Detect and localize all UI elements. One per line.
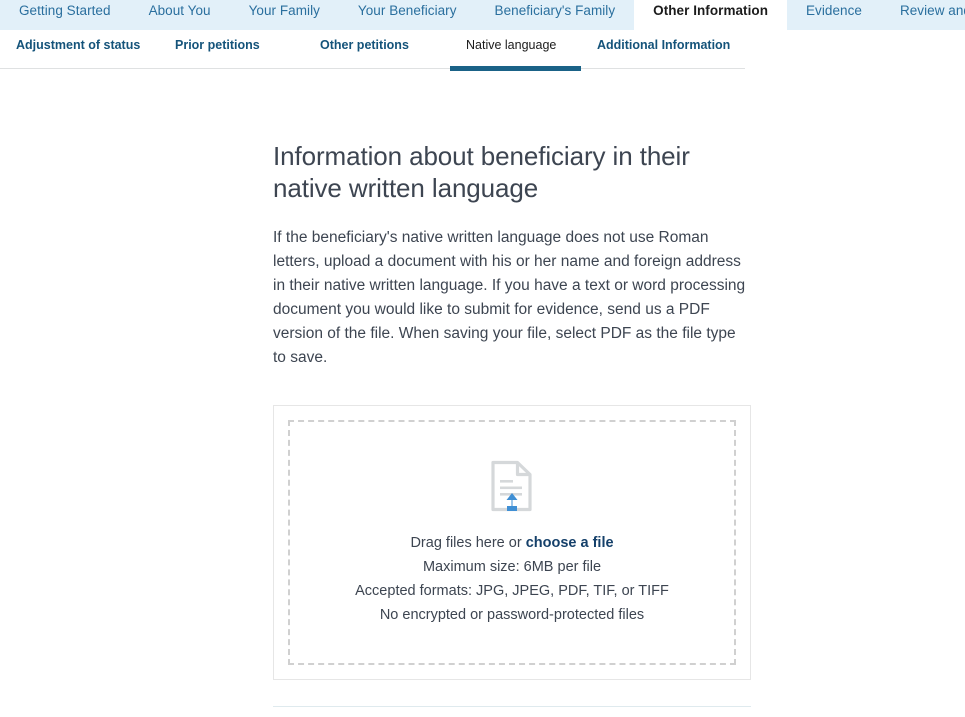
encryption-note-text: No encrypted or password-protected files: [379, 606, 645, 623]
subnav-underline: [159, 68, 304, 69]
nav-tab-other-information[interactable]: Other Information: [634, 0, 787, 30]
main-content: Information about beneficiary in their n…: [273, 140, 751, 680]
nav-tab-label: About You: [148, 2, 211, 18]
document-upload-icon: [490, 459, 534, 513]
section-divider: [273, 706, 751, 707]
nav-tab-label: Other Information: [653, 2, 768, 18]
nav-tab-getting-started[interactable]: Getting Started: [0, 0, 130, 30]
nav-tab-label: Review and Submit: [899, 2, 965, 18]
dropzone-primary-text: Drag files here or choose a file: [410, 531, 613, 555]
file-upload-panel: Drag files here or choose a file Maximum…: [273, 405, 751, 680]
subnav-item-label: Native language: [466, 38, 557, 52]
nav-tab-label: Getting Started: [19, 2, 111, 18]
nav-tab-label: Your Family: [248, 2, 320, 18]
nav-tab-label: Your Beneficiary: [357, 2, 457, 18]
subnav-underline-active: [450, 66, 581, 71]
nav-tab-label: Evidence: [806, 2, 862, 18]
subnav-item-additional-information[interactable]: Additional Information: [581, 38, 745, 69]
nav-tab-your-family[interactable]: Your Family: [230, 0, 339, 30]
nav-tab-evidence[interactable]: Evidence: [787, 0, 881, 30]
subnav-item-label: Other petitions: [320, 38, 409, 52]
nav-tab-your-beneficiary[interactable]: Your Beneficiary: [339, 0, 476, 30]
page-title: Information about beneficiary in their n…: [273, 141, 690, 203]
subnav-item-prior-petitions[interactable]: Prior petitions: [159, 38, 304, 69]
subnav-item-label: Adjustment of status: [16, 38, 141, 52]
nav-tab-beneficiarys-family[interactable]: Beneficiary's Family: [476, 0, 635, 30]
sub-nav: Adjustment of status Prior petitions Oth…: [0, 38, 965, 80]
subnav-item-adjustment-of-status[interactable]: Adjustment of status: [0, 38, 159, 69]
file-dropzone[interactable]: Drag files here or choose a file Maximum…: [288, 420, 736, 665]
nav-tab-about-you[interactable]: About You: [130, 0, 230, 30]
nav-tab-label: Beneficiary's Family: [494, 2, 616, 18]
choose-a-file-link[interactable]: choose a file: [526, 535, 614, 551]
subnav-item-label: Additional Information: [597, 38, 731, 52]
subnav-item-label: Prior petitions: [175, 38, 260, 52]
drag-files-text: Drag files here or: [410, 534, 526, 551]
subnav-underline: [0, 68, 159, 69]
max-size-text: Maximum size: 6MB per file: [422, 558, 602, 575]
page-intro-text: If the beneficiary's native written lang…: [273, 229, 746, 366]
subnav-underline: [581, 68, 745, 69]
subnav-item-native-language[interactable]: Native language: [450, 38, 581, 71]
subnav-item-other-petitions[interactable]: Other petitions: [304, 38, 450, 69]
nav-tab-review-and-submit[interactable]: Review and Submit: [881, 0, 965, 30]
primary-nav: Getting Started About You Your Family Yo…: [0, 0, 965, 30]
subnav-underline: [304, 68, 450, 69]
accepted-formats-text: Accepted formats: JPG, JPEG, PDF, TIF, o…: [355, 582, 669, 599]
